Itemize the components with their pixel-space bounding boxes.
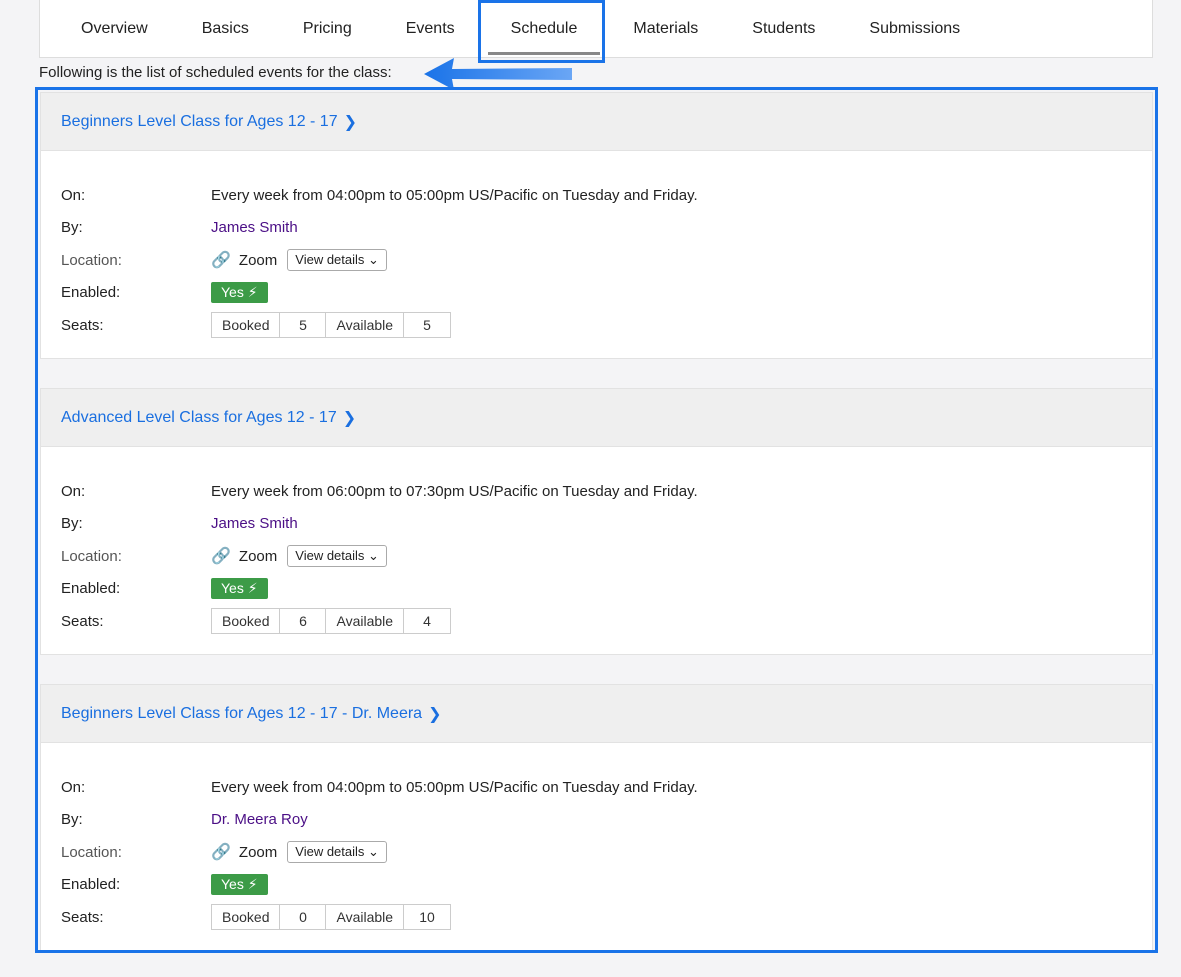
- enabled-label: Enabled:: [61, 284, 121, 302]
- view-details-label: View details: [295, 844, 365, 860]
- event-card: Beginners Level Class for Ages 12 - 17 ❯…: [40, 92, 1153, 359]
- booked-count: 5: [280, 313, 327, 338]
- enabled-label: Enabled:: [61, 580, 121, 598]
- instructor-link[interactable]: Dr. Meera Roy: [211, 811, 308, 828]
- by-label: By:: [61, 811, 83, 829]
- location-label: Location:: [61, 843, 122, 861]
- location-value: Zoom: [238, 843, 278, 861]
- seats-group: Booked 0 Available 10: [211, 904, 452, 931]
- enabled-badge[interactable]: Yes ⚡: [211, 874, 268, 896]
- location-value: Zoom: [238, 251, 278, 269]
- link-icon: 🔗: [211, 844, 231, 862]
- intro-text: Following is the list of scheduled event…: [39, 64, 392, 81]
- view-details-button[interactable]: View details ⌄: [287, 545, 387, 568]
- view-details-label: View details: [295, 252, 365, 268]
- view-details-label: View details: [295, 548, 365, 564]
- booked-label: Booked: [212, 609, 281, 634]
- available-count: 10: [419, 909, 435, 926]
- booked-count: 6: [280, 609, 327, 634]
- tab-events[interactable]: Events: [379, 0, 482, 58]
- tab-overview[interactable]: Overview: [54, 0, 175, 58]
- tab-students[interactable]: Students: [725, 0, 842, 58]
- available-label: Available: [326, 905, 405, 930]
- by-label: By:: [61, 219, 83, 237]
- link-icon: 🔗: [211, 548, 231, 566]
- on-label: On:: [61, 778, 86, 796]
- tab-submissions[interactable]: Submissions: [842, 0, 987, 58]
- by-label: By:: [61, 515, 83, 533]
- event-header: Beginners Level Class for Ages 12 - 17 ❯: [41, 93, 1152, 151]
- chevron-right-icon[interactable]: ❯: [343, 408, 356, 428]
- event-schedule: Every week from 04:00pm to 05:00pm US/Pa…: [211, 186, 698, 204]
- chevron-down-icon: ⌄: [368, 844, 379, 860]
- events-list-highlight: Beginners Level Class for Ages 12 - 17 ❯…: [35, 87, 1158, 953]
- location-value: Zoom: [238, 547, 278, 565]
- seats-label: Seats:: [61, 908, 104, 926]
- available-count: 4: [423, 613, 431, 630]
- instructor-link[interactable]: James Smith: [211, 515, 298, 532]
- tab-bar: Overview Basics Pricing Events Schedule …: [39, 0, 1153, 58]
- location-label: Location:: [61, 251, 122, 269]
- tab-materials[interactable]: Materials: [606, 0, 725, 58]
- enabled-badge[interactable]: Yes ⚡: [211, 282, 268, 304]
- booked-label: Booked: [212, 313, 281, 338]
- booked-label: Booked: [212, 905, 281, 930]
- chevron-down-icon: ⌄: [368, 252, 379, 268]
- event-card: Advanced Level Class for Ages 12 - 17 ❯ …: [40, 388, 1153, 655]
- bolt-icon: ⚡: [247, 580, 258, 597]
- tab-pricing[interactable]: Pricing: [276, 0, 379, 58]
- available-label: Available: [326, 609, 405, 634]
- view-details-button[interactable]: View details ⌄: [287, 249, 387, 272]
- chevron-right-icon[interactable]: ❯: [428, 704, 441, 724]
- event-header: Advanced Level Class for Ages 12 - 17 ❯: [41, 389, 1152, 447]
- enabled-badge-label: Yes: [221, 580, 244, 597]
- chevron-down-icon: ⌄: [368, 548, 379, 564]
- tab-schedule[interactable]: Schedule: [482, 0, 607, 58]
- enabled-badge-label: Yes: [221, 284, 244, 301]
- event-schedule: Every week from 06:00pm to 07:30pm US/Pa…: [211, 482, 698, 500]
- seats-group: Booked 6 Available 4: [211, 608, 452, 635]
- available-label: Available: [326, 313, 405, 338]
- on-label: On:: [61, 482, 86, 500]
- event-title-link[interactable]: Beginners Level Class for Ages 12 - 17: [61, 113, 338, 131]
- event-header: Beginners Level Class for Ages 12 - 17 -…: [41, 685, 1152, 743]
- bolt-icon: ⚡: [247, 876, 258, 893]
- event-card: Beginners Level Class for Ages 12 - 17 -…: [40, 684, 1153, 950]
- event-schedule: Every week from 04:00pm to 05:00pm US/Pa…: [211, 778, 698, 796]
- seats-label: Seats:: [61, 316, 104, 334]
- event-title-link[interactable]: Beginners Level Class for Ages 12 - 17 -…: [61, 705, 422, 723]
- event-title-link[interactable]: Advanced Level Class for Ages 12 - 17: [61, 409, 337, 427]
- tab-basics[interactable]: Basics: [175, 0, 276, 58]
- on-label: On:: [61, 186, 86, 204]
- enabled-badge[interactable]: Yes ⚡: [211, 578, 268, 600]
- enabled-badge-label: Yes: [221, 876, 244, 893]
- link-icon: 🔗: [211, 252, 231, 270]
- location-label: Location:: [61, 547, 122, 565]
- available-count: 5: [423, 317, 431, 334]
- seats-group: Booked 5 Available 5: [211, 312, 452, 339]
- instructor-link[interactable]: James Smith: [211, 219, 298, 236]
- chevron-right-icon[interactable]: ❯: [344, 112, 357, 132]
- seats-label: Seats:: [61, 612, 104, 630]
- enabled-label: Enabled:: [61, 876, 121, 894]
- booked-count: 0: [280, 905, 327, 930]
- view-details-button[interactable]: View details ⌄: [287, 841, 387, 864]
- bolt-icon: ⚡: [247, 284, 258, 301]
